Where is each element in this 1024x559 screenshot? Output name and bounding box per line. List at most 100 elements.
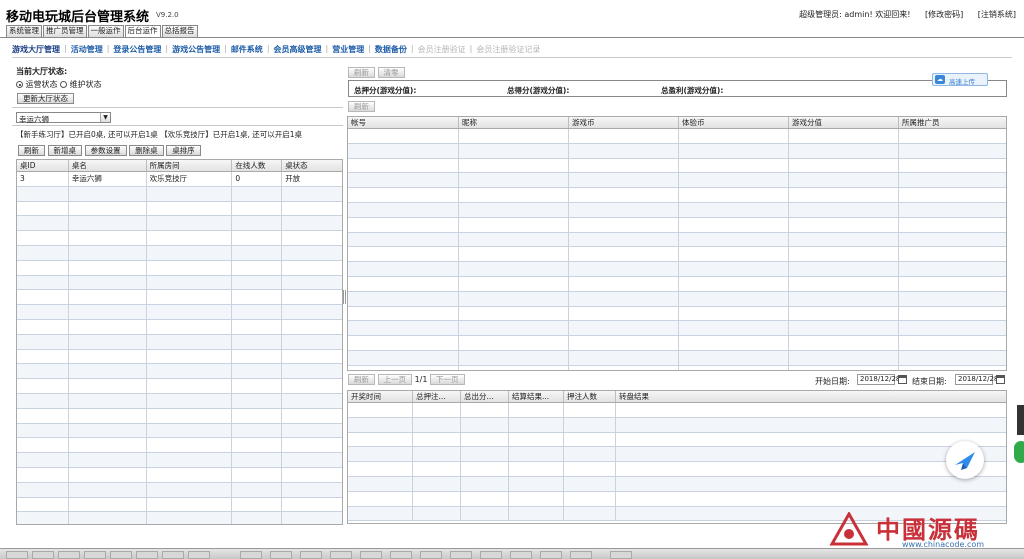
col-game-coins[interactable]: 游戏币: [569, 117, 679, 128]
col-status[interactable]: 桌状态: [282, 160, 342, 171]
refresh-records-button[interactable]: 刷新: [348, 374, 375, 385]
fast-upload-badge[interactable]: ☁ 高速上传: [932, 73, 988, 86]
update-hall-status-button[interactable]: 更新大厅状态: [17, 93, 74, 104]
tab-report[interactable]: 总括报告: [161, 25, 198, 37]
logout-link[interactable]: [注销系统]: [978, 10, 1016, 19]
col-draw-time[interactable]: 开奖时间: [348, 391, 413, 402]
subnav-game-notice[interactable]: 游戏公告管理: [172, 44, 220, 55]
col-promoter[interactable]: 所属推广员: [899, 117, 1006, 128]
col-bettors[interactable]: 押注人数: [564, 391, 616, 402]
table-row[interactable]: [17, 186, 342, 202]
table-row[interactable]: [348, 188, 1006, 203]
taskbar-button[interactable]: [162, 551, 184, 559]
param-settings-button[interactable]: 参数设置: [84, 145, 127, 156]
col-trial-coins[interactable]: 体验币: [679, 117, 789, 128]
taskbar-button[interactable]: [540, 551, 562, 559]
table-row[interactable]: [348, 403, 1006, 418]
taskbar-button[interactable]: [300, 551, 322, 559]
subnav-mail[interactable]: 邮件系统: [231, 44, 263, 55]
table-row[interactable]: [17, 497, 342, 513]
taskbar-button[interactable]: [480, 551, 502, 559]
refresh-tables-button[interactable]: 刷新: [18, 145, 45, 156]
table-row[interactable]: [17, 260, 342, 276]
taskbar-button[interactable]: [450, 551, 472, 559]
taskbar-button[interactable]: [390, 551, 412, 559]
table-row[interactable]: [348, 173, 1006, 189]
col-nickname[interactable]: 昵称: [459, 117, 569, 128]
table-row[interactable]: [348, 447, 1006, 463]
col-settlement[interactable]: 结算结果...: [509, 391, 564, 402]
table-row[interactable]: [348, 262, 1006, 277]
table-row[interactable]: [17, 216, 342, 232]
subnav-login-notice[interactable]: 登录公告管理: [113, 44, 161, 55]
table-row[interactable]: [17, 438, 342, 454]
table-row[interactable]: [348, 306, 1006, 322]
subnav-hall-manage[interactable]: 游戏大厅管理: [12, 44, 60, 55]
table-row[interactable]: [17, 319, 342, 335]
radio-maintain[interactable]: [60, 81, 68, 88]
taskbar-button[interactable]: [32, 551, 54, 559]
table-row[interactable]: [17, 305, 342, 320]
taskbar-button[interactable]: [110, 551, 132, 559]
taskbar-button[interactable]: [330, 551, 352, 559]
sort-tables-button[interactable]: 桌排序: [166, 145, 201, 156]
table-row[interactable]: [17, 423, 342, 439]
table-row[interactable]: [17, 201, 342, 217]
table-row[interactable]: [17, 245, 342, 261]
col-table-name[interactable]: 桌名: [69, 160, 147, 171]
tab-backend[interactable]: 后台运作: [124, 25, 161, 37]
subnav-register-verify[interactable]: 会员注册验证: [418, 44, 466, 55]
col-table-id[interactable]: 桌ID: [17, 160, 69, 171]
refresh-summary-button[interactable]: 刷新: [348, 67, 375, 78]
table-row[interactable]: [17, 334, 342, 350]
table-row[interactable]: [17, 393, 342, 409]
table-row[interactable]: [17, 453, 342, 468]
game-select[interactable]: 幸运六狮 ▼: [16, 112, 111, 124]
floating-assistant[interactable]: [946, 441, 984, 479]
side-badge[interactable]: [1014, 441, 1024, 463]
table-row[interactable]: [348, 217, 1006, 233]
table-row[interactable]: [17, 482, 342, 498]
table-row[interactable]: [17, 231, 342, 246]
col-online[interactable]: 在线人数: [232, 160, 283, 171]
col-account[interactable]: 帐号: [348, 117, 459, 128]
table-row[interactable]: [348, 143, 1006, 159]
taskbar-button[interactable]: [240, 551, 262, 559]
table-row[interactable]: [348, 491, 1006, 507]
taskbar-button[interactable]: [188, 551, 210, 559]
table-row[interactable]: [348, 232, 1006, 248]
table-row[interactable]: [348, 276, 1006, 292]
col-wheel-result[interactable]: 转盘结果: [616, 391, 1006, 402]
clear-button[interactable]: 清零: [377, 67, 405, 78]
add-table-button[interactable]: 新增桌: [47, 145, 83, 156]
table-row[interactable]: [348, 432, 1006, 448]
side-scroll-tab[interactable]: [1017, 405, 1024, 435]
col-room[interactable]: 所属房间: [147, 160, 233, 171]
refresh-players-button[interactable]: 刷新: [348, 101, 375, 112]
taskbar-button[interactable]: [270, 551, 292, 559]
table-row[interactable]: [17, 467, 342, 483]
taskbar-button[interactable]: [84, 551, 106, 559]
table-row[interactable]: [348, 291, 1006, 307]
table-row[interactable]: [348, 321, 1006, 337]
tab-promoters[interactable]: 推广员管理: [43, 25, 87, 37]
taskbar-button[interactable]: [510, 551, 532, 559]
taskbar-button[interactable]: [360, 551, 382, 559]
col-game-score[interactable]: 游戏分值: [789, 117, 899, 128]
tab-system[interactable]: 系统管理: [6, 25, 42, 37]
taskbar-button[interactable]: [136, 551, 158, 559]
subnav-business[interactable]: 营业管理: [332, 44, 364, 55]
next-page-button[interactable]: 下一页: [430, 374, 465, 385]
tab-general[interactable]: 一般运作: [87, 25, 124, 37]
col-total-payout[interactable]: 总出分...: [461, 391, 509, 402]
table-row[interactable]: [348, 365, 1006, 370]
taskbar-button[interactable]: [610, 551, 632, 559]
table-row[interactable]: [17, 408, 342, 424]
prev-page-button[interactable]: 上一页: [377, 374, 413, 385]
subnav-backup[interactable]: 数据备份: [375, 44, 407, 55]
table-row[interactable]: [348, 158, 1006, 174]
table-row[interactable]: [348, 350, 1006, 366]
end-date-input[interactable]: 2018/12/28: [955, 374, 998, 385]
calendar-icon[interactable]: [898, 375, 907, 384]
table-row[interactable]: [17, 364, 342, 380]
